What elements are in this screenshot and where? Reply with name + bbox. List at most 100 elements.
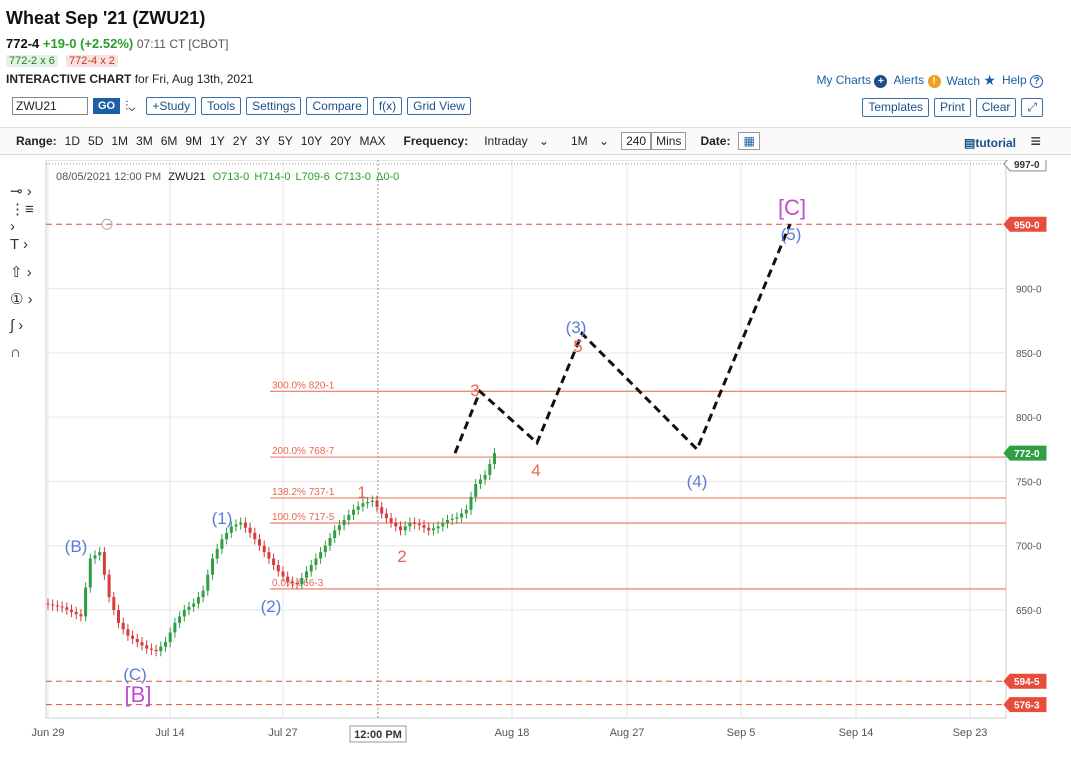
star-icon: ★ (983, 72, 996, 88)
price-chart[interactable]: 300.0% 820-1 200.0% 768-7 138.2% 737-1 100.… (0, 160, 1071, 760)
fib-label: 138.2% 737-1 (272, 487, 335, 498)
calendar-icon[interactable]: ▦ (738, 132, 760, 150)
chevron-down-icon: ⌄ (599, 134, 610, 148)
chart-type-icon[interactable]: ⫶⌄ (125, 98, 135, 114)
plot-area (45, 160, 1007, 719)
price-box-label: 772-0 (1014, 449, 1040, 460)
candle-body (399, 526, 402, 531)
candle-body (51, 604, 55, 606)
ask-badge: 772-4 x 2 (66, 55, 118, 67)
candle-body (488, 464, 492, 475)
wave-label: 1 (357, 483, 366, 502)
candle-body (262, 545, 266, 553)
candle-body (234, 524, 238, 527)
print-button[interactable]: Print (934, 98, 971, 117)
range-bar: Range: 1D 5D 1M 3M 6M 9M 1Y 2Y 3Y 5Y 10Y 20Y MAX Fre… (0, 127, 1071, 155)
candle-body (464, 509, 468, 514)
candle-body (93, 555, 97, 559)
symbol-input[interactable]: ZWU21 (12, 97, 88, 115)
go-button[interactable]: GO (93, 98, 121, 114)
wave-label: (3) (566, 318, 587, 337)
range-option-10y[interactable]: 10Y (301, 134, 322, 148)
price-box-label: 594-5 (1014, 677, 1040, 688)
x-axis: Jun 29 Jul 14 Jul 27 Aug 18 Aug 27 Sep 5 Sep 1… (31, 725, 987, 743)
candle-body (243, 522, 247, 528)
candle-body (215, 548, 219, 559)
candle-body (239, 522, 243, 525)
candle-body (469, 496, 473, 510)
watch-link[interactable]: Watch ★ (947, 72, 996, 89)
fib-label: 200.0% 768-7 (272, 446, 335, 457)
candle-body (319, 552, 323, 559)
candle-body (366, 502, 370, 504)
candle-body (84, 587, 88, 617)
help-link[interactable]: Help ? (1002, 73, 1043, 88)
range-option-2y[interactable]: 2Y (233, 134, 248, 148)
candle-body (117, 610, 120, 623)
candle-body (460, 513, 464, 518)
price-box-label: 997-0 (1014, 160, 1040, 171)
settings-button[interactable]: Settings (246, 97, 302, 115)
fib-label: 100.0% 717-5 (272, 512, 335, 523)
y-tick-label: 700-0 (1016, 542, 1042, 553)
candle-body (159, 646, 163, 652)
range-option-max[interactable]: MAX (360, 134, 386, 148)
candle-body (413, 522, 417, 524)
frequency-select[interactable]: Intraday ⌄ (476, 134, 549, 148)
candle-body (135, 638, 139, 643)
alert-icon: ! (927, 74, 941, 88)
wave-label: (1) (212, 509, 233, 528)
candle-body (493, 453, 496, 465)
range-option-3m[interactable]: 3M (136, 134, 153, 148)
wave-label: (B) (65, 537, 88, 556)
range-option-5d[interactable]: 5D (88, 134, 103, 148)
study-button[interactable]: +Study (146, 97, 197, 115)
candle-body (375, 500, 379, 508)
range-option-3y[interactable]: 3Y (255, 134, 270, 148)
my-charts-link[interactable]: My Charts + (816, 73, 888, 88)
hamburger-icon[interactable]: ≡ (1030, 131, 1041, 152)
candle-body (60, 606, 64, 608)
x-tick-label: Aug 27 (610, 727, 645, 739)
candle-body (403, 526, 407, 531)
candle-body (140, 642, 144, 646)
plus-circle-icon: + (874, 74, 888, 88)
range-option-6m[interactable]: 6M (161, 134, 178, 148)
fx-button[interactable]: f(x) (372, 97, 403, 115)
templates-button[interactable]: Templates (862, 98, 930, 117)
compare-button[interactable]: Compare (306, 97, 368, 115)
alerts-link[interactable]: Alerts ! (893, 73, 941, 88)
alerts-label: Alerts (893, 73, 925, 88)
candle-body (422, 525, 426, 528)
tools-button[interactable]: Tools (201, 97, 242, 115)
crosshair-label: 12:00 PM (354, 729, 402, 741)
range-option-1d[interactable]: 1D (65, 134, 80, 148)
interval-input[interactable]: 240 (621, 132, 652, 150)
candle-body (380, 507, 384, 514)
candle-body (290, 581, 294, 583)
candle-body (253, 532, 257, 540)
tutorial-link[interactable]: ▤tutorial (964, 136, 1016, 150)
range-option-1m[interactable]: 1M (111, 134, 128, 148)
candle-body (281, 571, 285, 577)
range-option-5y[interactable]: 5Y (278, 134, 293, 148)
candle-body (478, 479, 482, 484)
x-tick-label: Jun 29 (31, 727, 64, 739)
candle-body (441, 523, 445, 527)
candle-body (328, 538, 332, 546)
period-select[interactable]: 1M ⌄ (563, 134, 609, 148)
candle-body (248, 527, 252, 533)
chart-date: for Fri, Aug 13th, 2021 (134, 72, 254, 86)
quote-line: 772-4 +19-0 (+2.52%) 07:11 CT [CBOT] (6, 36, 228, 51)
range-option-1y[interactable]: 1Y (210, 134, 225, 148)
date-label: Date: (700, 134, 731, 148)
candle-body (65, 607, 69, 610)
range-option-9m[interactable]: 9M (185, 134, 202, 148)
range-option-20y[interactable]: 20Y (330, 134, 351, 148)
candle-body (178, 616, 182, 623)
candle-body (187, 606, 191, 610)
frequency-label: Frequency: (403, 134, 469, 148)
grid-view-button[interactable]: Grid View (407, 97, 471, 115)
expand-icon[interactable]: ⤢ (1021, 98, 1043, 117)
clear-button[interactable]: Clear (975, 98, 1017, 117)
